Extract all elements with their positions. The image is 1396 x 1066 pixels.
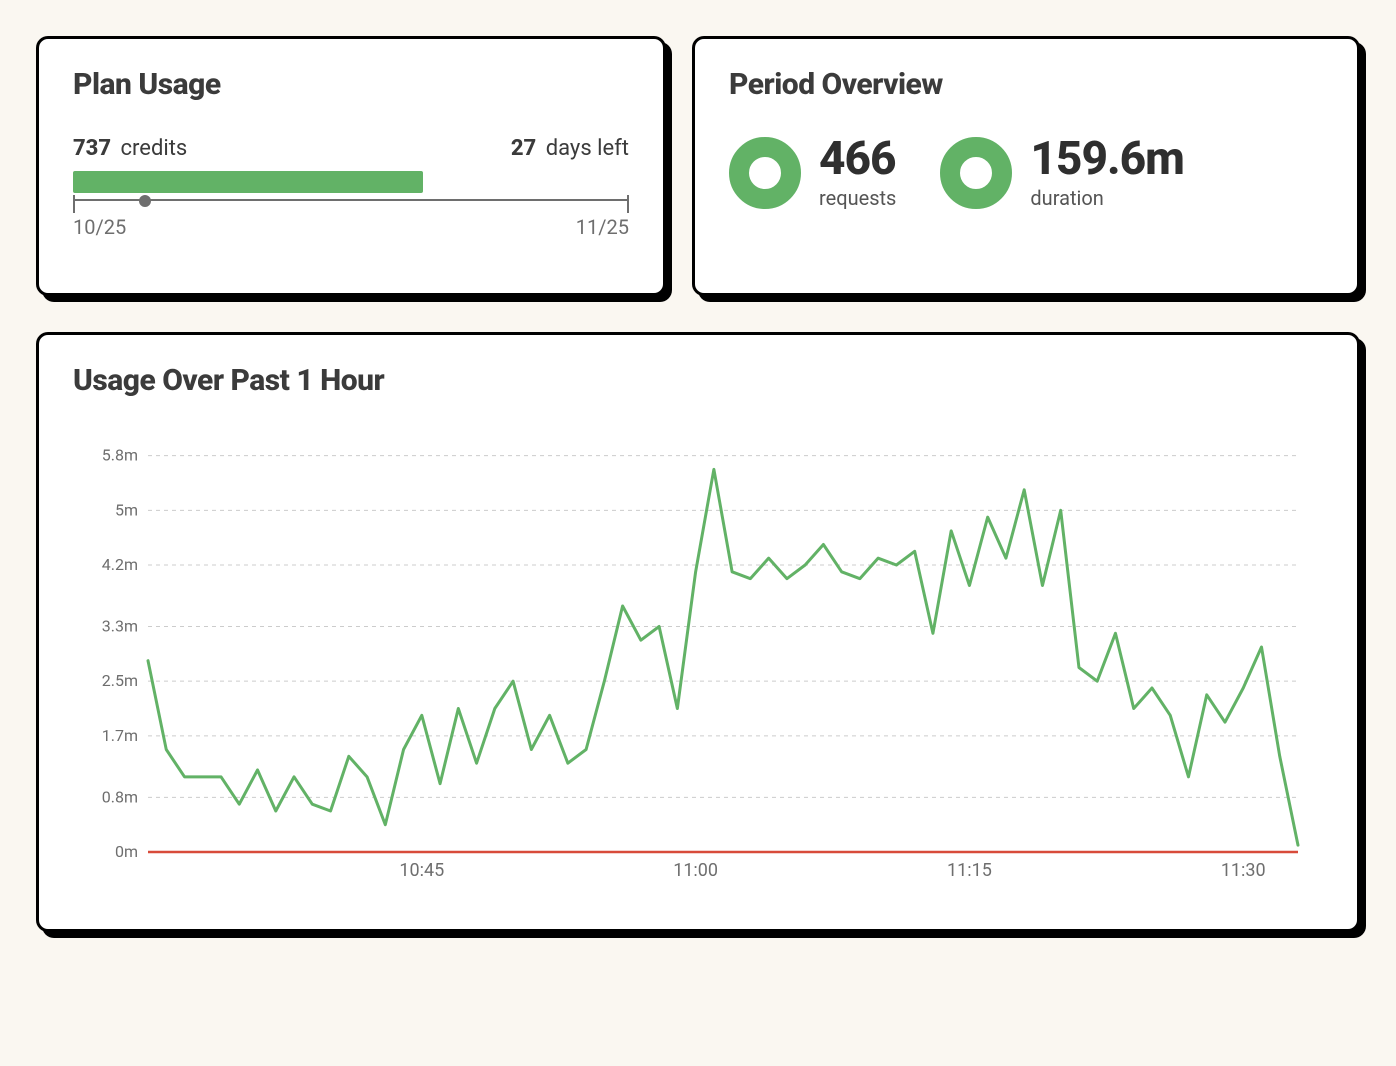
usage-chart-card: Usage Over Past 1 Hour 0m 0.8m 1.7m 2.5m 3.3… bbox=[36, 332, 1360, 932]
requests-label: requests bbox=[819, 186, 896, 210]
plan-usage-today-marker bbox=[139, 195, 151, 207]
svg-text:5.8m: 5.8m bbox=[102, 446, 138, 465]
duration-ring-icon bbox=[940, 137, 1012, 209]
plan-usage-bar-bg bbox=[73, 171, 629, 193]
days-left-text: 27 days left bbox=[511, 136, 629, 161]
svg-text:4.2m: 4.2m bbox=[102, 555, 138, 574]
duration-stat: 159.6m duration bbox=[1030, 136, 1183, 210]
usage-line-chart: 0m 0.8m 1.7m 2.5m 3.3m 4.2m 5m 5.8m 10:45 11:00 11… bbox=[73, 432, 1323, 892]
usage-chart-title: Usage Over Past 1 Hour bbox=[73, 363, 1323, 398]
plan-usage-scale bbox=[73, 199, 629, 213]
svg-text:0m: 0m bbox=[115, 842, 138, 861]
plan-usage-stats: 737 credits 27 days left bbox=[73, 136, 629, 161]
plan-usage-bar-fill bbox=[73, 171, 423, 193]
duration-value: 159.6m bbox=[1030, 136, 1183, 182]
svg-text:11:15: 11:15 bbox=[947, 860, 992, 881]
plan-usage-dates: 10/25 11/25 bbox=[73, 215, 629, 239]
days-left-label: days left bbox=[546, 136, 629, 161]
plan-usage-bar bbox=[73, 171, 629, 213]
svg-text:10:45: 10:45 bbox=[399, 860, 444, 881]
svg-text:3.3m: 3.3m bbox=[102, 617, 138, 636]
duration-label: duration bbox=[1030, 186, 1183, 210]
svg-text:11:00: 11:00 bbox=[673, 860, 718, 881]
credits-label: credits bbox=[121, 136, 188, 161]
period-overview-title: Period Overview bbox=[729, 67, 1323, 102]
requests-stat: 466 requests bbox=[819, 136, 896, 210]
svg-text:0.8m: 0.8m bbox=[102, 787, 138, 806]
requests-value: 466 bbox=[819, 136, 896, 182]
svg-text:5m: 5m bbox=[115, 500, 138, 519]
plan-start-date: 10/25 bbox=[73, 215, 126, 239]
requests-ring-icon bbox=[729, 137, 801, 209]
credits-value: 737 bbox=[73, 136, 111, 161]
svg-text:2.5m: 2.5m bbox=[102, 671, 138, 690]
plan-end-date: 11/25 bbox=[576, 215, 629, 239]
credits-text: 737 credits bbox=[73, 136, 187, 161]
period-overview-card: Period Overview 466 requests 159.6m dura… bbox=[692, 36, 1360, 296]
plan-usage-card: Plan Usage 737 credits 27 days left bbox=[36, 36, 666, 296]
days-left-value: 27 bbox=[511, 136, 536, 161]
svg-text:11:30: 11:30 bbox=[1221, 860, 1266, 881]
plan-usage-title: Plan Usage bbox=[73, 67, 629, 102]
svg-text:1.7m: 1.7m bbox=[102, 726, 138, 745]
